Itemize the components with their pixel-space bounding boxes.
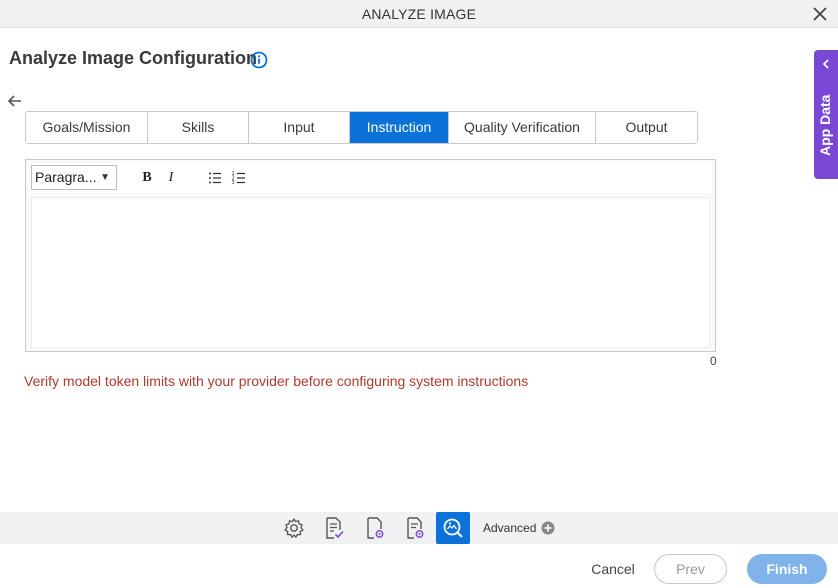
image-search-icon — [443, 518, 463, 538]
token-limit-warning: Verify model token limits with your prov… — [24, 373, 529, 389]
document-check-icon[interactable] — [321, 515, 347, 541]
tab-quality-verification[interactable]: Quality Verification — [449, 112, 596, 143]
window-title: ANALYZE IMAGE — [361, 6, 477, 22]
window-title-bar: ANALYZE IMAGE — [0, 0, 838, 28]
settings-gear-icon[interactable] — [281, 515, 307, 541]
app-data-label: App Data — [817, 94, 833, 156]
finish-button[interactable]: Finish — [747, 554, 827, 584]
back-arrow-icon[interactable] — [6, 92, 24, 110]
editor-toolbar: Paragra... ▼ B I 1 2 3 — [29, 163, 712, 193]
info-icon[interactable] — [250, 51, 268, 69]
document-config-icon[interactable] — [402, 515, 428, 541]
numbered-list-icon[interactable]: 1 2 3 — [230, 169, 248, 187]
document-settings-icon[interactable] — [362, 515, 388, 541]
page-title: Analyze Image Configuration — [9, 48, 258, 68]
bottom-toolbar: Advanced — [0, 512, 838, 544]
tab-instruction[interactable]: Instruction — [350, 112, 449, 143]
rich-text-editor: Paragra... ▼ B I 1 2 3 — [25, 159, 716, 352]
chevron-left-icon — [822, 59, 829, 69]
tab-input[interactable]: Input — [249, 112, 350, 143]
character-count: 0 — [710, 354, 717, 368]
dropdown-caret-icon: ▼ — [100, 172, 110, 183]
advanced-link[interactable]: Advanced — [483, 521, 536, 535]
tab-skills[interactable]: Skills — [148, 112, 249, 143]
bold-button[interactable]: B — [138, 169, 156, 187]
tab-output[interactable]: Output — [596, 112, 697, 143]
paragraph-format-select[interactable]: Paragra... ▼ — [31, 165, 117, 190]
tab-goals-mission[interactable]: Goals/Mission — [26, 112, 148, 143]
instruction-text-area[interactable] — [31, 197, 710, 348]
paragraph-format-value: Paragra... — [35, 169, 97, 185]
italic-button[interactable]: I — [162, 169, 180, 187]
prev-button[interactable]: Prev — [654, 554, 727, 584]
plus-circle-icon[interactable] — [541, 521, 555, 535]
cancel-button[interactable]: Cancel — [585, 558, 641, 580]
app-data-panel-toggle[interactable]: App Data — [814, 50, 838, 179]
svg-text:3: 3 — [232, 180, 235, 186]
bulleted-list-icon[interactable] — [206, 169, 224, 187]
close-icon[interactable] — [810, 4, 830, 24]
tab-bar: Goals/Mission Skills Input Instruction Q… — [25, 111, 698, 144]
analyze-image-button[interactable] — [436, 512, 470, 544]
